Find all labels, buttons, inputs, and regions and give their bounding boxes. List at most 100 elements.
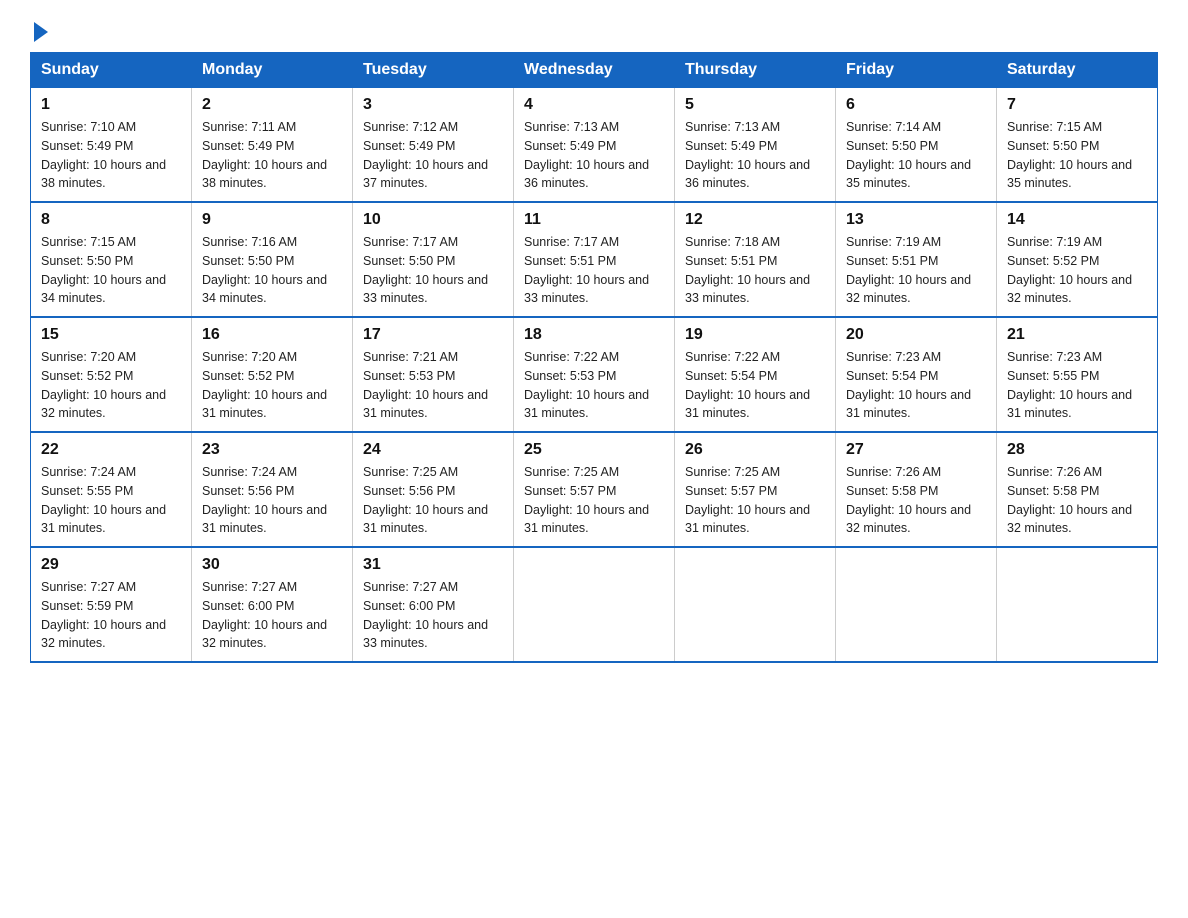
day-info: Sunrise: 7:19 AM Sunset: 5:51 PM Dayligh… bbox=[846, 233, 986, 308]
calendar-day-cell: 1 Sunrise: 7:10 AM Sunset: 5:49 PM Dayli… bbox=[31, 88, 192, 203]
calendar-week-row: 29 Sunrise: 7:27 AM Sunset: 5:59 PM Dayl… bbox=[31, 547, 1158, 662]
calendar-day-cell: 26 Sunrise: 7:25 AM Sunset: 5:57 PM Dayl… bbox=[675, 432, 836, 547]
day-number: 31 bbox=[363, 556, 503, 574]
day-info: Sunrise: 7:27 AM Sunset: 6:00 PM Dayligh… bbox=[363, 578, 503, 653]
day-info: Sunrise: 7:10 AM Sunset: 5:49 PM Dayligh… bbox=[41, 118, 181, 193]
calendar-day-cell: 17 Sunrise: 7:21 AM Sunset: 5:53 PM Dayl… bbox=[353, 317, 514, 432]
day-number: 28 bbox=[1007, 441, 1147, 459]
calendar-day-cell: 27 Sunrise: 7:26 AM Sunset: 5:58 PM Dayl… bbox=[836, 432, 997, 547]
day-info: Sunrise: 7:24 AM Sunset: 5:55 PM Dayligh… bbox=[41, 463, 181, 538]
day-info: Sunrise: 7:19 AM Sunset: 5:52 PM Dayligh… bbox=[1007, 233, 1147, 308]
calendar-table: SundayMondayTuesdayWednesdayThursdayFrid… bbox=[30, 52, 1158, 663]
day-info: Sunrise: 7:26 AM Sunset: 5:58 PM Dayligh… bbox=[846, 463, 986, 538]
calendar-day-cell: 4 Sunrise: 7:13 AM Sunset: 5:49 PM Dayli… bbox=[514, 88, 675, 203]
day-info: Sunrise: 7:11 AM Sunset: 5:49 PM Dayligh… bbox=[202, 118, 342, 193]
calendar-day-cell: 30 Sunrise: 7:27 AM Sunset: 6:00 PM Dayl… bbox=[192, 547, 353, 662]
empty-day-cell bbox=[836, 547, 997, 662]
empty-day-cell bbox=[997, 547, 1158, 662]
calendar-day-cell: 19 Sunrise: 7:22 AM Sunset: 5:54 PM Dayl… bbox=[675, 317, 836, 432]
calendar-day-cell: 2 Sunrise: 7:11 AM Sunset: 5:49 PM Dayli… bbox=[192, 88, 353, 203]
day-number: 20 bbox=[846, 326, 986, 344]
day-number: 13 bbox=[846, 211, 986, 229]
day-info: Sunrise: 7:15 AM Sunset: 5:50 PM Dayligh… bbox=[1007, 118, 1147, 193]
day-number: 25 bbox=[524, 441, 664, 459]
day-number: 1 bbox=[41, 96, 181, 114]
page-header bbox=[30, 20, 1158, 42]
calendar-day-cell: 25 Sunrise: 7:25 AM Sunset: 5:57 PM Dayl… bbox=[514, 432, 675, 547]
day-number: 12 bbox=[685, 211, 825, 229]
day-number: 3 bbox=[363, 96, 503, 114]
day-number: 6 bbox=[846, 96, 986, 114]
day-info: Sunrise: 7:20 AM Sunset: 5:52 PM Dayligh… bbox=[202, 348, 342, 423]
day-number: 16 bbox=[202, 326, 342, 344]
day-info: Sunrise: 7:13 AM Sunset: 5:49 PM Dayligh… bbox=[524, 118, 664, 193]
calendar-day-cell: 22 Sunrise: 7:24 AM Sunset: 5:55 PM Dayl… bbox=[31, 432, 192, 547]
logo bbox=[30, 20, 48, 42]
day-info: Sunrise: 7:26 AM Sunset: 5:58 PM Dayligh… bbox=[1007, 463, 1147, 538]
day-number: 23 bbox=[202, 441, 342, 459]
day-info: Sunrise: 7:18 AM Sunset: 5:51 PM Dayligh… bbox=[685, 233, 825, 308]
calendar-week-row: 8 Sunrise: 7:15 AM Sunset: 5:50 PM Dayli… bbox=[31, 202, 1158, 317]
calendar-day-cell: 20 Sunrise: 7:23 AM Sunset: 5:54 PM Dayl… bbox=[836, 317, 997, 432]
day-number: 10 bbox=[363, 211, 503, 229]
day-number: 11 bbox=[524, 211, 664, 229]
calendar-day-cell: 28 Sunrise: 7:26 AM Sunset: 5:58 PM Dayl… bbox=[997, 432, 1158, 547]
day-info: Sunrise: 7:25 AM Sunset: 5:57 PM Dayligh… bbox=[685, 463, 825, 538]
day-number: 15 bbox=[41, 326, 181, 344]
empty-day-cell bbox=[675, 547, 836, 662]
day-info: Sunrise: 7:22 AM Sunset: 5:54 PM Dayligh… bbox=[685, 348, 825, 423]
calendar-week-row: 22 Sunrise: 7:24 AM Sunset: 5:55 PM Dayl… bbox=[31, 432, 1158, 547]
calendar-day-cell: 31 Sunrise: 7:27 AM Sunset: 6:00 PM Dayl… bbox=[353, 547, 514, 662]
calendar-week-row: 1 Sunrise: 7:10 AM Sunset: 5:49 PM Dayli… bbox=[31, 88, 1158, 203]
calendar-week-row: 15 Sunrise: 7:20 AM Sunset: 5:52 PM Dayl… bbox=[31, 317, 1158, 432]
day-number: 17 bbox=[363, 326, 503, 344]
day-info: Sunrise: 7:25 AM Sunset: 5:56 PM Dayligh… bbox=[363, 463, 503, 538]
calendar-day-cell: 9 Sunrise: 7:16 AM Sunset: 5:50 PM Dayli… bbox=[192, 202, 353, 317]
column-header-thursday: Thursday bbox=[675, 53, 836, 88]
calendar-day-cell: 23 Sunrise: 7:24 AM Sunset: 5:56 PM Dayl… bbox=[192, 432, 353, 547]
day-number: 29 bbox=[41, 556, 181, 574]
day-number: 5 bbox=[685, 96, 825, 114]
calendar-day-cell: 7 Sunrise: 7:15 AM Sunset: 5:50 PM Dayli… bbox=[997, 88, 1158, 203]
day-info: Sunrise: 7:17 AM Sunset: 5:50 PM Dayligh… bbox=[363, 233, 503, 308]
calendar-day-cell: 12 Sunrise: 7:18 AM Sunset: 5:51 PM Dayl… bbox=[675, 202, 836, 317]
logo-arrow-icon bbox=[34, 22, 48, 42]
column-header-sunday: Sunday bbox=[31, 53, 192, 88]
calendar-day-cell: 13 Sunrise: 7:19 AM Sunset: 5:51 PM Dayl… bbox=[836, 202, 997, 317]
column-header-wednesday: Wednesday bbox=[514, 53, 675, 88]
day-info: Sunrise: 7:21 AM Sunset: 5:53 PM Dayligh… bbox=[363, 348, 503, 423]
day-number: 26 bbox=[685, 441, 825, 459]
column-header-friday: Friday bbox=[836, 53, 997, 88]
day-info: Sunrise: 7:27 AM Sunset: 6:00 PM Dayligh… bbox=[202, 578, 342, 653]
calendar-day-cell: 11 Sunrise: 7:17 AM Sunset: 5:51 PM Dayl… bbox=[514, 202, 675, 317]
day-info: Sunrise: 7:25 AM Sunset: 5:57 PM Dayligh… bbox=[524, 463, 664, 538]
calendar-day-cell: 24 Sunrise: 7:25 AM Sunset: 5:56 PM Dayl… bbox=[353, 432, 514, 547]
day-info: Sunrise: 7:14 AM Sunset: 5:50 PM Dayligh… bbox=[846, 118, 986, 193]
column-header-monday: Monday bbox=[192, 53, 353, 88]
day-number: 27 bbox=[846, 441, 986, 459]
day-number: 4 bbox=[524, 96, 664, 114]
day-number: 18 bbox=[524, 326, 664, 344]
day-info: Sunrise: 7:16 AM Sunset: 5:50 PM Dayligh… bbox=[202, 233, 342, 308]
calendar-day-cell: 21 Sunrise: 7:23 AM Sunset: 5:55 PM Dayl… bbox=[997, 317, 1158, 432]
calendar-day-cell: 14 Sunrise: 7:19 AM Sunset: 5:52 PM Dayl… bbox=[997, 202, 1158, 317]
calendar-header-row: SundayMondayTuesdayWednesdayThursdayFrid… bbox=[31, 53, 1158, 88]
calendar-day-cell: 29 Sunrise: 7:27 AM Sunset: 5:59 PM Dayl… bbox=[31, 547, 192, 662]
empty-day-cell bbox=[514, 547, 675, 662]
calendar-day-cell: 16 Sunrise: 7:20 AM Sunset: 5:52 PM Dayl… bbox=[192, 317, 353, 432]
day-info: Sunrise: 7:23 AM Sunset: 5:54 PM Dayligh… bbox=[846, 348, 986, 423]
calendar-day-cell: 10 Sunrise: 7:17 AM Sunset: 5:50 PM Dayl… bbox=[353, 202, 514, 317]
day-number: 21 bbox=[1007, 326, 1147, 344]
day-info: Sunrise: 7:27 AM Sunset: 5:59 PM Dayligh… bbox=[41, 578, 181, 653]
column-header-saturday: Saturday bbox=[997, 53, 1158, 88]
day-number: 8 bbox=[41, 211, 181, 229]
day-number: 30 bbox=[202, 556, 342, 574]
day-info: Sunrise: 7:12 AM Sunset: 5:49 PM Dayligh… bbox=[363, 118, 503, 193]
day-number: 22 bbox=[41, 441, 181, 459]
day-info: Sunrise: 7:20 AM Sunset: 5:52 PM Dayligh… bbox=[41, 348, 181, 423]
day-number: 19 bbox=[685, 326, 825, 344]
day-info: Sunrise: 7:15 AM Sunset: 5:50 PM Dayligh… bbox=[41, 233, 181, 308]
calendar-day-cell: 5 Sunrise: 7:13 AM Sunset: 5:49 PM Dayli… bbox=[675, 88, 836, 203]
column-header-tuesday: Tuesday bbox=[353, 53, 514, 88]
day-info: Sunrise: 7:23 AM Sunset: 5:55 PM Dayligh… bbox=[1007, 348, 1147, 423]
